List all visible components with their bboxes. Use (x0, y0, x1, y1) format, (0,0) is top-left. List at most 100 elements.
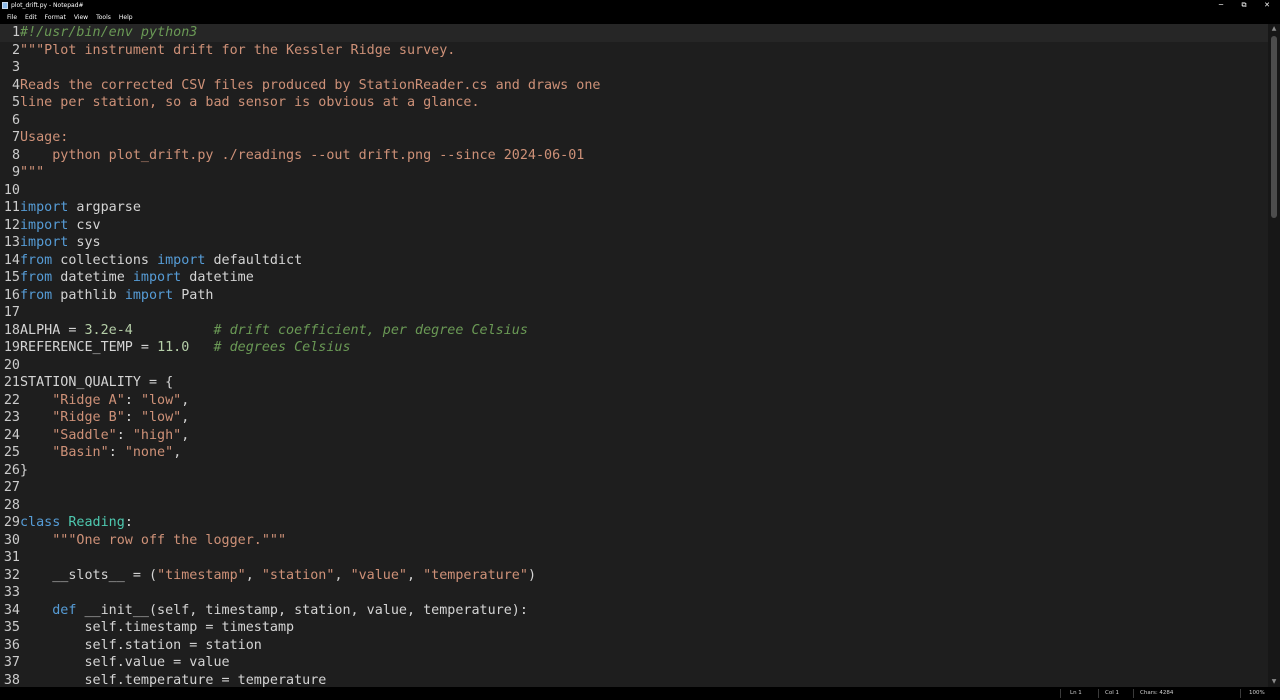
code-text: import csv (20, 217, 101, 235)
code-token: import (20, 235, 69, 250)
code-line[interactable]: 27 (0, 479, 20, 497)
code-line[interactable]: 25 "Basin": "none", (0, 444, 181, 462)
line-number: 1 (11, 25, 20, 40)
code-token: import (157, 252, 206, 268)
code-line[interactable]: 29class Reading: (0, 514, 133, 532)
code-line[interactable]: 36 self.station = station (0, 637, 262, 655)
code-token: "timestamp" (157, 567, 246, 583)
code-line[interactable]: 9""" (0, 164, 44, 182)
code-line[interactable]: 30 """One row off the logger.""" (0, 532, 286, 550)
code-text: def __init__(self, timestamp, station, v… (20, 602, 528, 620)
menu-format[interactable]: Format (41, 12, 70, 24)
line-number: 20 (3, 357, 20, 373)
code-token: argparse (68, 200, 141, 215)
vertical-scrollbar[interactable]: ▲ ▼ (1268, 24, 1280, 687)
restore-icon[interactable]: ⧉ (1233, 0, 1255, 11)
code-line[interactable]: 10 (0, 182, 20, 200)
code-token: "low" (140, 410, 182, 425)
code-token: defaultdict (205, 252, 303, 268)
code-token: datetime (52, 270, 133, 285)
menu-help[interactable]: Help (115, 12, 137, 24)
code-line[interactable]: 15from datetime import datetime (0, 269, 254, 287)
code-line[interactable]: 8 python plot_drift.py ./readings --out … (0, 147, 584, 165)
code-token: """One row off the logger.""" (52, 532, 287, 548)
status-column: Col 1 (1105, 690, 1119, 696)
code-line[interactable]: 26} (0, 462, 28, 480)
code-line[interactable]: 1#!/usr/bin/env python3 (0, 24, 1268, 42)
code-token: from (20, 287, 53, 303)
code-line[interactable]: 38 self.temperature = temperature (0, 672, 326, 688)
line-number: 3 (11, 60, 20, 75)
code-line[interactable]: 6 (0, 112, 20, 130)
status-divider (1133, 689, 1134, 698)
code-token: : (124, 410, 141, 425)
scrollbar-thumb[interactable] (1271, 36, 1277, 218)
code-line[interactable]: 23 "Ridge B": "low", (0, 409, 189, 427)
line-number: 36 (3, 637, 20, 653)
code-token: , (181, 392, 190, 408)
code-line[interactable]: 37 self.value = value (0, 654, 230, 672)
code-line[interactable]: 18ALPHA = 3.2e-4 # drift coefficient, pe… (0, 322, 528, 340)
code-token: self.timestamp = timestamp (20, 620, 295, 635)
menu-edit[interactable]: Edit (21, 12, 41, 24)
code-text: Reads the corrected CSV files produced b… (20, 77, 600, 95)
code-line[interactable]: 7Usage: (0, 129, 68, 147)
code-text: import sys (20, 234, 101, 252)
menu-view[interactable]: View (70, 12, 92, 24)
code-token: 3.2e-4 (84, 322, 133, 338)
code-text: import argparse (20, 199, 141, 217)
code-text: } (20, 462, 28, 480)
scroll-up-icon[interactable]: ▲ (1271, 26, 1277, 32)
code-line[interactable]: 2"""Plot instrument drift for the Kessle… (0, 42, 455, 60)
code-line[interactable]: 35 self.timestamp = timestamp (0, 619, 294, 637)
menu-tools[interactable]: Tools (92, 12, 115, 24)
code-token: "temperature" (423, 567, 528, 583)
code-line[interactable]: 28 (0, 497, 20, 515)
code-line[interactable]: 13import sys (0, 234, 101, 252)
code-line[interactable]: 34 def __init__(self, timestamp, station… (0, 602, 528, 620)
line-number: 6 (11, 112, 20, 128)
code-line[interactable]: 5line per station, so a bad sensor is ob… (0, 94, 480, 112)
title-bar: plot_drift.py - Notepad# ─ ⧉ ✕ (0, 0, 1280, 11)
status-bar: Ln 1 Col 1 Chars: 4284 100% (0, 687, 1280, 700)
code-token: : (124, 515, 133, 530)
code-text: """ (20, 164, 44, 182)
code-line[interactable]: 12import csv (0, 217, 101, 235)
line-number: 14 (3, 252, 20, 268)
code-line[interactable]: 20 (0, 357, 20, 375)
code-token: datetime (181, 270, 254, 285)
code-editor[interactable]: 1#!/usr/bin/env python3 2"""Plot instrume… (0, 24, 1268, 687)
line-number: 8 (11, 147, 20, 163)
code-line[interactable]: 4Reads the corrected CSV files produced … (0, 77, 601, 95)
code-line[interactable]: 16from pathlib import Path (0, 287, 214, 305)
code-token: , (173, 445, 182, 460)
code-line[interactable]: 21STATION_QUALITY = { (0, 374, 173, 392)
code-line[interactable]: 22 "Ridge A": "low", (0, 392, 189, 410)
code-line[interactable]: 3 (0, 59, 20, 77)
scroll-down-icon[interactable]: ▼ (1271, 679, 1277, 685)
code-line[interactable]: 33 (0, 584, 20, 602)
code-line[interactable]: 19REFERENCE_TEMP = 11.0 # degrees Celsiu… (0, 339, 351, 357)
code-line[interactable]: 24 "Saddle": "high", (0, 427, 189, 445)
line-number: 29 (3, 515, 20, 530)
code-line[interactable]: 17 (0, 304, 20, 322)
code-token: "value" (350, 567, 407, 583)
code-token: self.value = value (20, 655, 230, 670)
code-token: """ (20, 165, 45, 180)
code-line[interactable]: 14from collections import defaultdict (0, 252, 302, 270)
line-number: 7 (11, 130, 20, 145)
close-icon[interactable]: ✕ (1256, 0, 1278, 11)
code-line[interactable]: 11import argparse (0, 199, 141, 217)
code-token: : (124, 392, 141, 408)
code-token: "low" (140, 392, 182, 408)
minimize-icon[interactable]: ─ (1210, 0, 1232, 11)
menu-file[interactable]: File (0, 12, 21, 24)
code-line[interactable]: 31 (0, 549, 20, 567)
code-line[interactable]: 32 __slots__ = ("timestamp", "station", … (0, 567, 536, 585)
code-token: self.temperature = temperature (20, 672, 327, 688)
code-text: from collections import defaultdict (20, 252, 302, 270)
